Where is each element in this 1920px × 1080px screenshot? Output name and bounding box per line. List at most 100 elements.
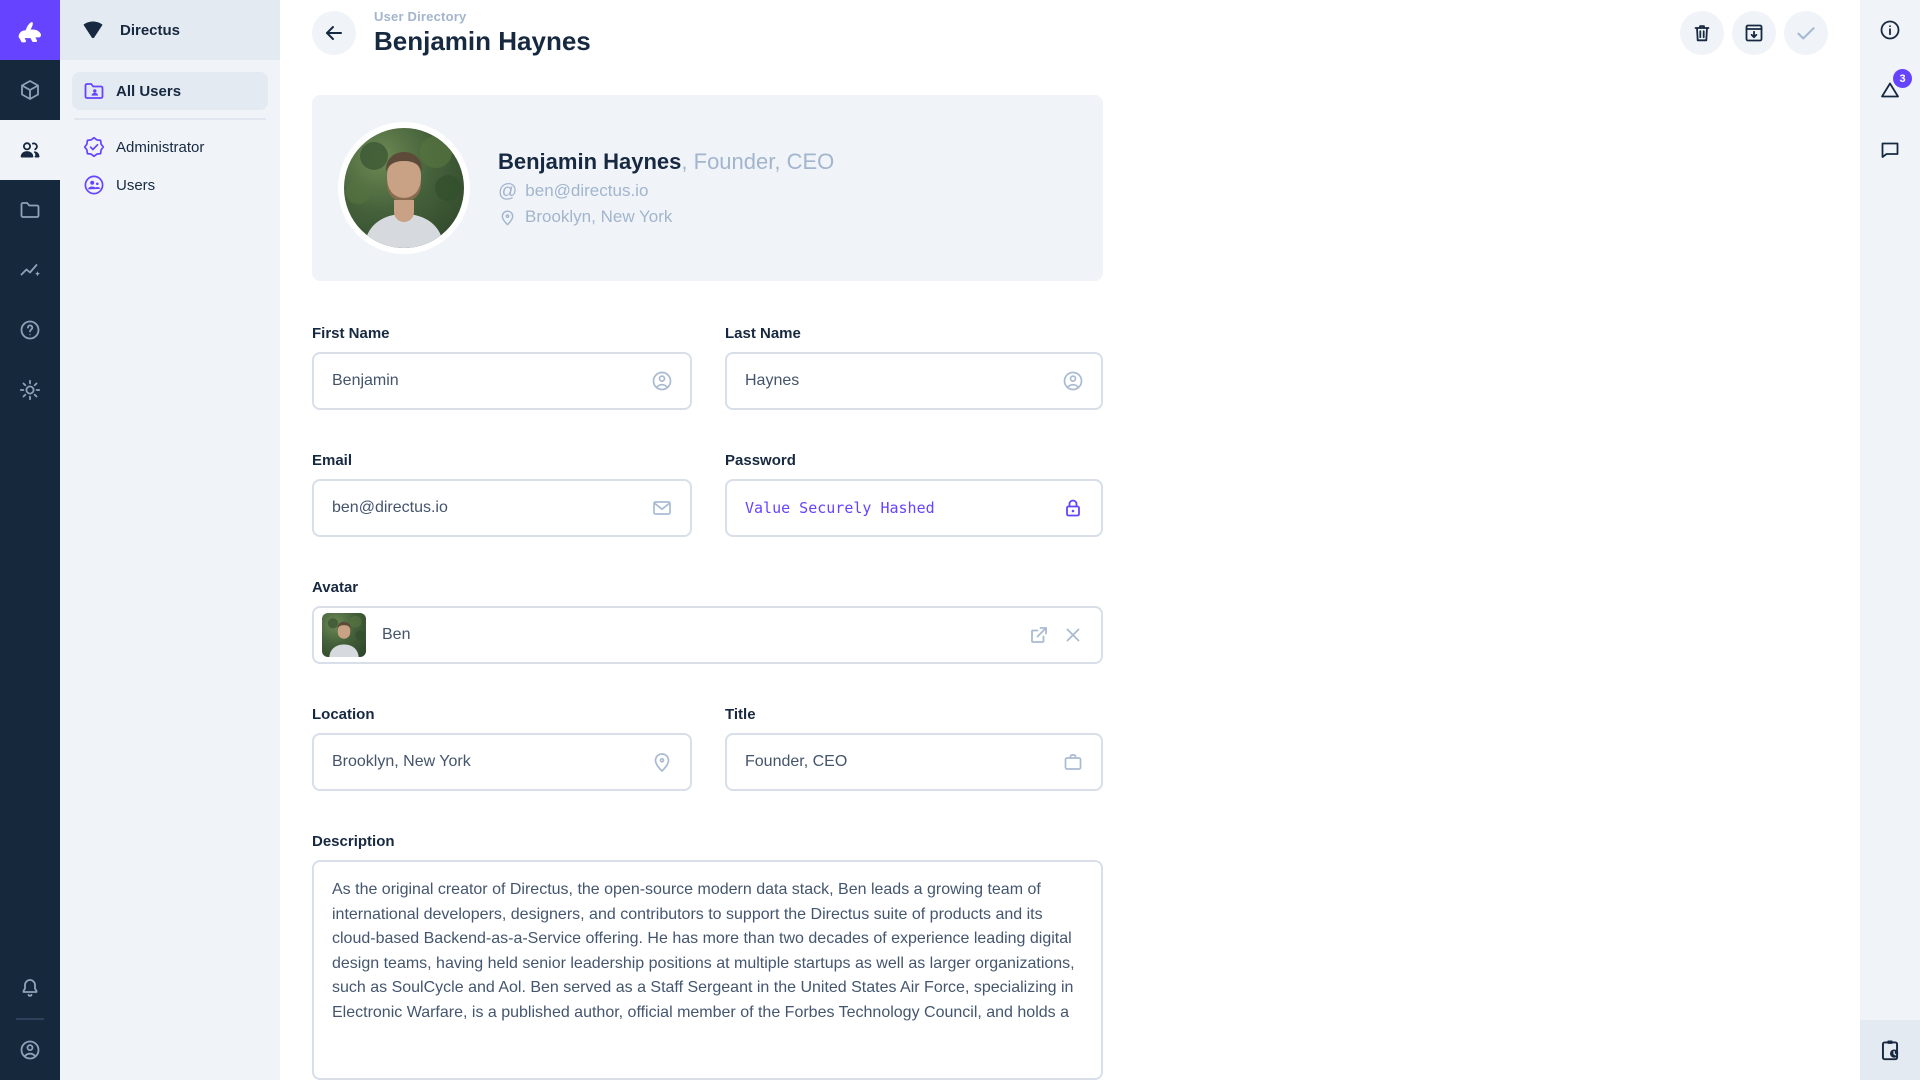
archive-icon bbox=[1742, 21, 1766, 45]
avatar-thumbnail bbox=[322, 613, 366, 657]
comments-sidebar-button[interactable] bbox=[1878, 138, 1902, 162]
briefcase-icon bbox=[1061, 750, 1085, 774]
project-header[interactable]: Directus bbox=[60, 0, 280, 60]
password-input-shell bbox=[725, 479, 1103, 537]
field-last-name: Last Name bbox=[725, 325, 1103, 410]
field-label: Description bbox=[312, 833, 1103, 850]
email-input[interactable] bbox=[332, 499, 640, 517]
card-user-name: Benjamin Haynes bbox=[498, 149, 681, 174]
rabbit-logo-icon bbox=[13, 13, 47, 47]
person-circle-icon bbox=[1061, 369, 1085, 393]
field-email: Email bbox=[312, 452, 692, 537]
module-user-directory[interactable] bbox=[0, 120, 60, 180]
at-sign-icon: @ bbox=[498, 182, 517, 201]
arrow-left-icon bbox=[322, 21, 346, 45]
directus-logo[interactable] bbox=[0, 0, 60, 60]
breadcrumb[interactable]: User Directory bbox=[374, 9, 591, 24]
card-email: ben@directus.io bbox=[525, 181, 648, 201]
trash-icon bbox=[1690, 21, 1714, 45]
person-circle-icon bbox=[650, 369, 674, 393]
field-label: Email bbox=[312, 452, 692, 469]
last-name-input[interactable] bbox=[745, 372, 1051, 390]
field-label: Last Name bbox=[725, 325, 1103, 342]
save-button[interactable] bbox=[1784, 11, 1828, 55]
sidebar-item-all-users[interactable]: All Users bbox=[72, 72, 268, 110]
check-icon bbox=[1793, 20, 1819, 46]
directus-app: Directus All Users Administrator User bbox=[0, 0, 1920, 1080]
module-bar bbox=[0, 0, 60, 1080]
module-file-library[interactable] bbox=[0, 180, 60, 240]
lock-icon bbox=[1061, 496, 1085, 520]
nav-divider bbox=[74, 118, 266, 120]
avatar-ring bbox=[338, 122, 470, 254]
module-content[interactable] bbox=[0, 60, 60, 120]
users-icon bbox=[18, 138, 42, 162]
item-form: Benjamin Haynes, Founder, CEO @ ben@dire… bbox=[280, 65, 1860, 1080]
avatar-photo bbox=[344, 128, 464, 248]
back-button[interactable] bbox=[312, 11, 356, 55]
project-name: Directus bbox=[120, 22, 180, 39]
title-input-shell bbox=[725, 733, 1103, 791]
mail-icon bbox=[650, 496, 674, 520]
info-sidebar-button[interactable] bbox=[1878, 18, 1902, 42]
description-textarea[interactable]: As the original creator of Directus, the… bbox=[312, 860, 1103, 1080]
form-grid: First Name Last Name bbox=[312, 325, 1103, 1080]
cube-icon bbox=[18, 78, 42, 102]
user-profile-card: Benjamin Haynes, Founder, CEO @ ben@dire… bbox=[312, 95, 1103, 281]
sidebar-item-users[interactable]: Users bbox=[72, 166, 268, 204]
card-name-row: Benjamin Haynes, Founder, CEO bbox=[498, 149, 834, 175]
archive-button[interactable] bbox=[1732, 11, 1776, 55]
avatar-actions bbox=[1027, 623, 1085, 647]
title-input[interactable] bbox=[745, 753, 1051, 771]
page-title: Benjamin Haynes bbox=[374, 26, 591, 57]
main-content: User Directory Benjamin Haynes bbox=[280, 0, 1860, 1080]
first-name-input[interactable] bbox=[332, 372, 640, 390]
folder-icon bbox=[18, 198, 42, 222]
right-sidebar: 3 bbox=[1860, 0, 1920, 1080]
header-actions bbox=[1680, 11, 1828, 55]
bell-icon bbox=[18, 976, 42, 1000]
module-notifications-bell[interactable] bbox=[0, 958, 60, 1018]
supervised-user-icon bbox=[82, 173, 106, 197]
card-text: Benjamin Haynes, Founder, CEO @ ben@dire… bbox=[498, 149, 834, 227]
module-insights[interactable] bbox=[0, 240, 60, 300]
comment-icon bbox=[1878, 138, 1902, 162]
revisions-footer-button[interactable] bbox=[1860, 1020, 1920, 1080]
sidebar-item-label: Administrator bbox=[116, 139, 204, 156]
notification-count-badge: 3 bbox=[1893, 69, 1912, 88]
password-input[interactable] bbox=[745, 499, 1051, 517]
avatar-file-input[interactable]: Ben bbox=[312, 606, 1103, 664]
last-name-input-shell bbox=[725, 352, 1103, 410]
location-input[interactable] bbox=[332, 753, 640, 771]
account-circle-icon bbox=[18, 1038, 42, 1062]
delete-button[interactable] bbox=[1680, 11, 1724, 55]
sidebar-item-administrator[interactable]: Administrator bbox=[72, 128, 268, 166]
avatar-file-name: Ben bbox=[382, 626, 1017, 644]
verified-badge-icon bbox=[82, 135, 106, 159]
location-input-shell bbox=[312, 733, 692, 791]
gear-icon bbox=[18, 378, 42, 402]
folder-user-icon bbox=[82, 79, 106, 103]
clipboard-clock-icon bbox=[1877, 1037, 1903, 1063]
close-icon[interactable] bbox=[1061, 623, 1085, 647]
info-icon bbox=[1878, 18, 1902, 42]
card-email-row: @ ben@directus.io bbox=[498, 181, 834, 201]
field-location: Location bbox=[312, 706, 692, 791]
sidebar-item-label: Users bbox=[116, 177, 155, 194]
map-pin-icon bbox=[498, 208, 517, 227]
field-label: Avatar bbox=[312, 579, 1103, 596]
field-label: Title bbox=[725, 706, 1103, 723]
module-help[interactable] bbox=[0, 300, 60, 360]
card-user-role: , Founder, CEO bbox=[681, 149, 834, 174]
module-account[interactable] bbox=[0, 1020, 60, 1080]
nav-sidebar: Directus All Users Administrator User bbox=[60, 0, 280, 1080]
field-label: Password bbox=[725, 452, 1103, 469]
title-block: User Directory Benjamin Haynes bbox=[374, 9, 591, 57]
notifications-sidebar-button[interactable]: 3 bbox=[1878, 78, 1902, 102]
field-first-name: First Name bbox=[312, 325, 692, 410]
insights-icon bbox=[18, 258, 42, 282]
project-status-icon bbox=[80, 17, 106, 43]
module-settings[interactable] bbox=[0, 360, 60, 420]
field-title: Title bbox=[725, 706, 1103, 791]
open-in-new-icon[interactable] bbox=[1027, 623, 1051, 647]
